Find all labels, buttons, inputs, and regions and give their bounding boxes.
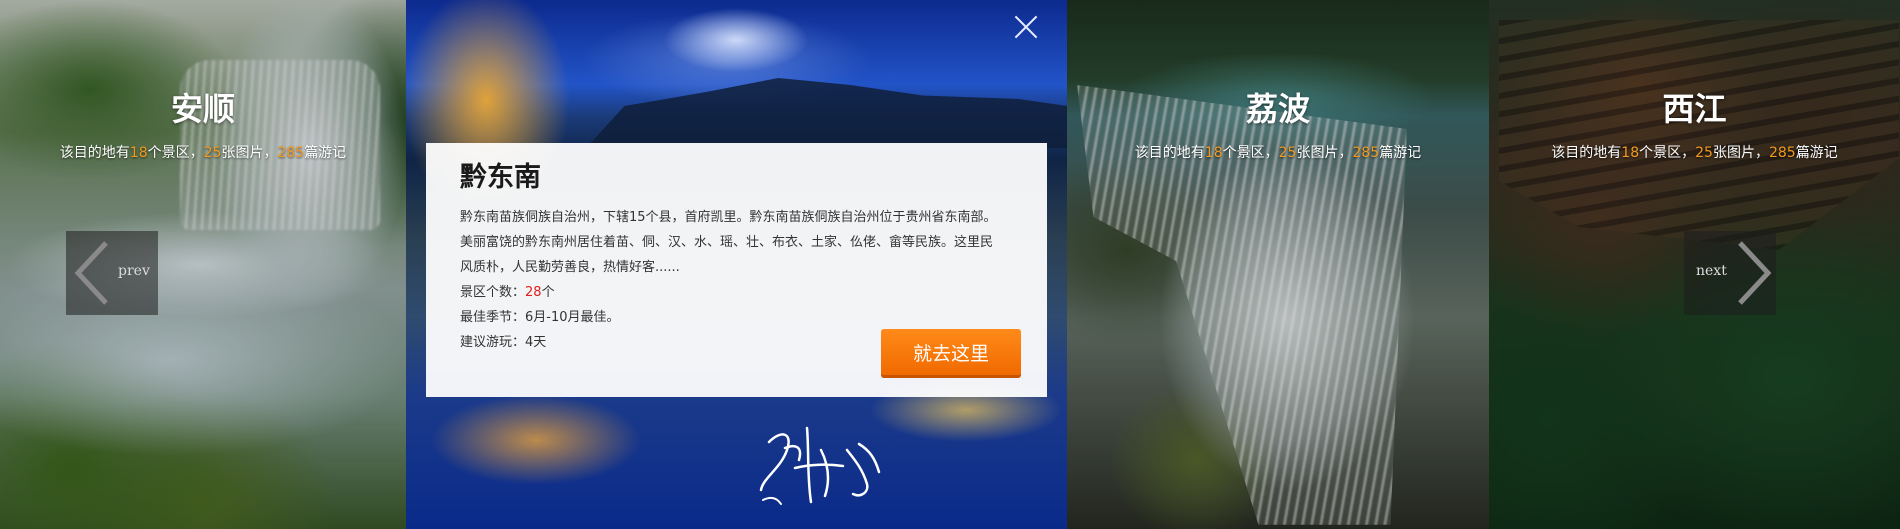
close-icon[interactable] [1013,14,1039,40]
mountain-silhouette [586,78,1067,148]
destination-panel-active: 黔东南 黔东南苗族侗族自治州，下辖15个县，首府凯里。黔东南苗族侗族自治州位于贵… [406,0,1067,529]
next-label: next [1696,263,1727,279]
card-description: 黔东南苗族侗族自治州，下辖15个县，首府凯里。黔东南苗族侗族自治州位于贵州省东南… [460,210,997,275]
handwritten-signature-logo [759,426,881,505]
spots-count-value: 28 [525,285,542,300]
spots-count-row: 景区个数：28个 [460,285,555,300]
chevron-right-icon [1738,241,1772,305]
prev-label: prev [118,263,150,279]
destination-title: 西江 [1662,90,1727,128]
best-season-row: 最佳季节：6月-10月最佳。 [460,310,620,325]
destination-info-card: 黔东南 黔东南苗族侗族自治州，下辖15个县，首府凯里。黔东南苗族侗族自治州位于贵… [426,143,1047,397]
destination-panel-anshun[interactable]: 安顺 该目的地有18个景区，25张图片，285篇游记 [0,0,406,529]
destination-stats: 该目的地有18个景区，25张图片，285篇游记 [1551,145,1838,161]
prev-button[interactable]: prev [66,231,158,315]
go-here-button[interactable]: 就去这里 [881,329,1021,375]
destination-carousel: 安顺 该目的地有18个景区，25张图片，285篇游记 黔东南 黔东南苗族侗族自治… [0,0,1900,529]
destination-stats: 该目的地有18个景区，25张图片，285篇游记 [59,145,347,161]
destination-panel-libo[interactable]: 荔波 该目的地有18个景区，25张图片，285篇游记 [1067,0,1489,529]
next-button[interactable]: next [1684,231,1776,315]
card-title: 黔东南 [460,162,541,193]
destination-title: 安顺 [170,90,235,128]
chevron-left-icon [74,241,108,305]
destination-stats: 该目的地有18个景区，25张图片，285篇游记 [1134,145,1422,161]
destination-title: 荔波 [1245,90,1310,128]
